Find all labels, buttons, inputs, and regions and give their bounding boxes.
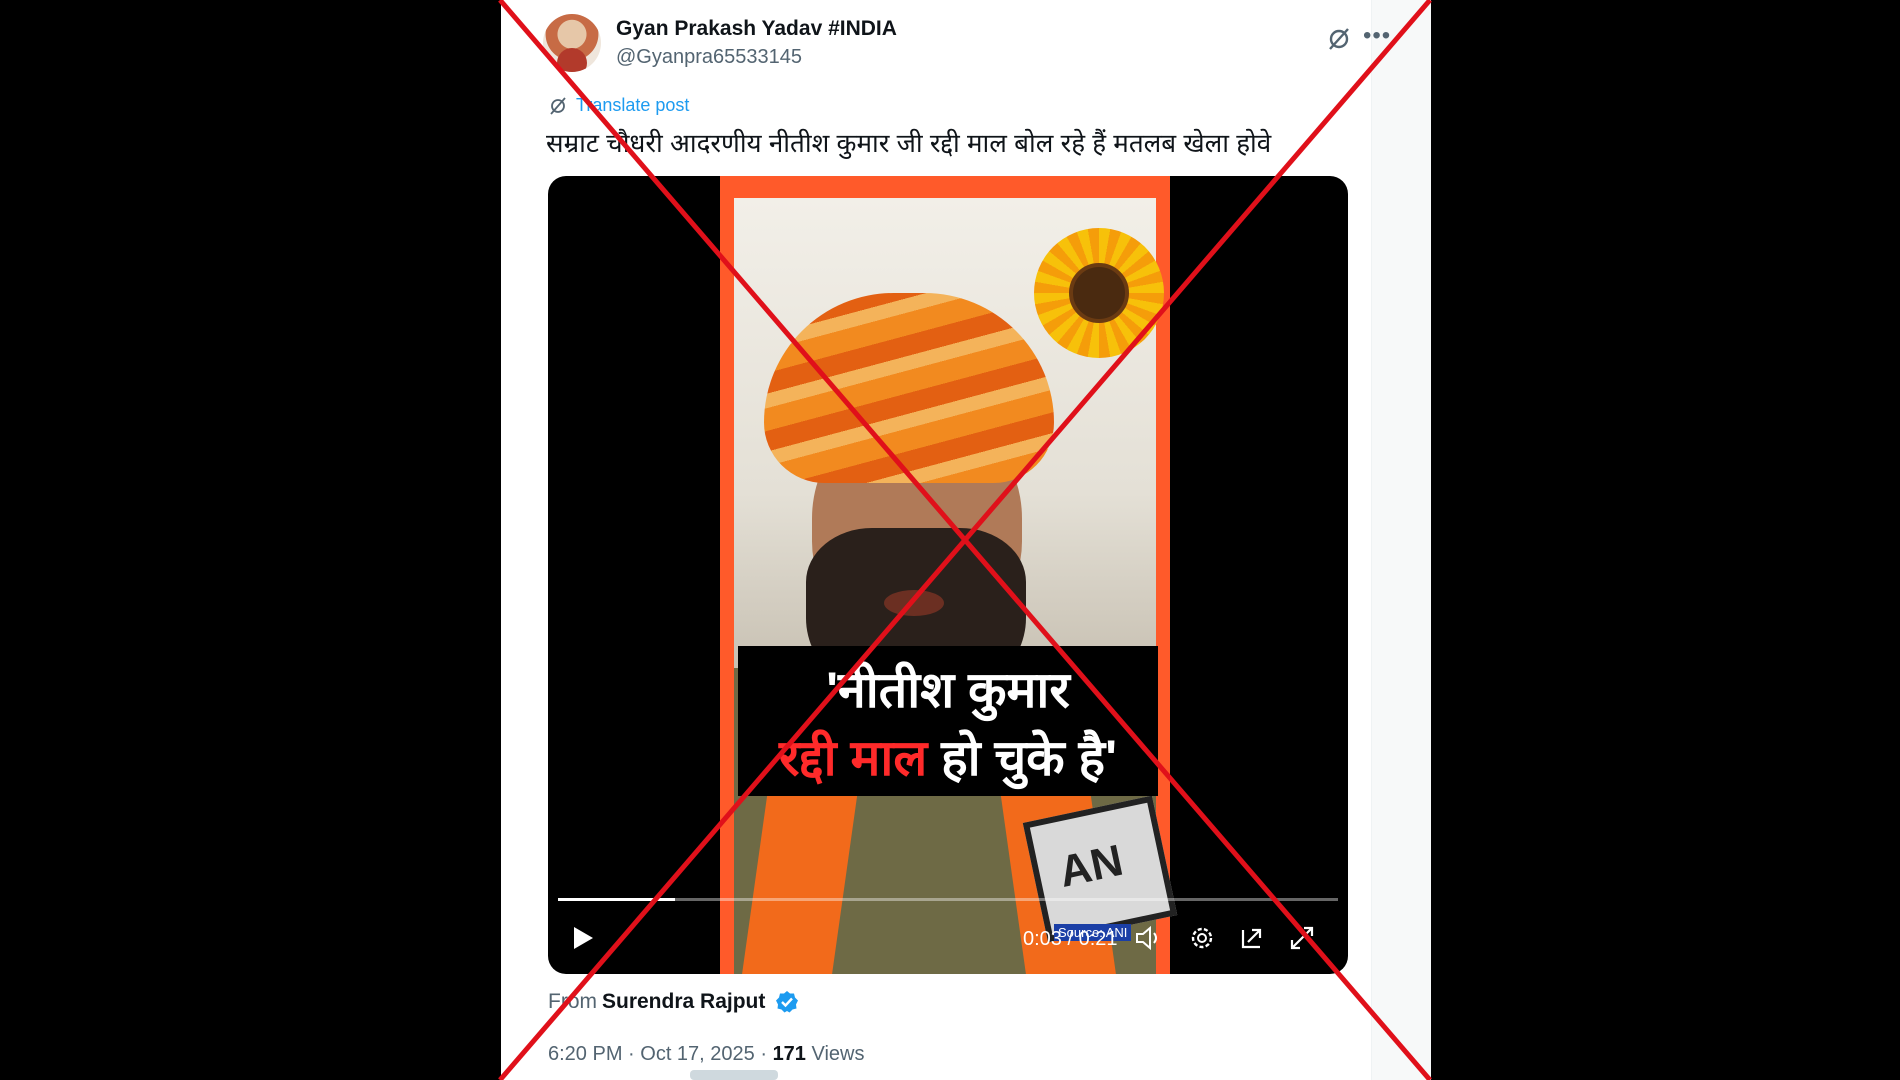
video-progress-bar[interactable] [558,898,1338,901]
sunflower-center [1069,263,1129,323]
author-name[interactable]: Gyan Prakash Yadav #INDIA [616,17,897,41]
video-frame: AN 'नीतीश कुमार रद्दी माल हो चुके है' So… [720,176,1178,974]
views-label: Views [805,1043,865,1065]
verified-badge-icon [776,991,798,1013]
post-text: सम्राट चौधरी आदरणीय नीतीश कुमार जी रद्दी… [546,128,1272,158]
horizontal-scrollbar[interactable] [690,1070,778,1080]
views-count: 171 [772,1043,806,1065]
right-column-edge [1371,0,1431,1080]
video-caption: 'नीतीश कुमार रद्दी माल हो चुके है' [738,646,1158,796]
video-player[interactable]: AN 'नीतीश कुमार रद्दी माल हो चुके है' So… [548,176,1348,974]
caption-highlight: रद्दी माल [778,730,928,786]
speaker-mouth [884,590,944,616]
post-timestamp[interactable]: 6:20 PM · Oct 17, 2025 · [548,1043,773,1065]
fullscreen-icon[interactable] [1288,924,1316,952]
sunflower-logo [1034,228,1164,358]
settings-icon[interactable] [1188,924,1216,952]
caption-rest: हो चुके है' [927,730,1117,786]
video-progress-fill [558,898,675,901]
grok-icon[interactable] [1326,26,1352,52]
author-avatar[interactable] [543,14,601,72]
caption-line-1: 'नीतीश कुमार [826,662,1070,718]
translate-post-link[interactable]: Translate post [576,95,689,116]
video-scene: AN [734,198,1178,974]
volume-icon[interactable] [1134,924,1162,952]
picture-in-picture-icon[interactable] [1238,924,1266,952]
translate-icon [550,97,566,115]
from-author-name[interactable]: Surendra Rajput [602,990,765,1014]
caption-line-2: रद्दी माल हो चुके है' [738,722,1158,790]
play-icon[interactable] [568,924,596,952]
video-time: 0:03 / 0:21 [1023,928,1118,950]
author-handle[interactable]: @Gyanpra65533145 [616,46,802,69]
mic-label: AN [1054,835,1128,897]
saffron-turban [764,293,1054,483]
more-icon[interactable]: ••• [1363,24,1391,48]
post-header: Gyan Prakash Yadav #INDIA @Gyanpra655331… [543,12,1390,72]
from-label: From [548,990,597,1013]
post-metadata: 6:20 PM · Oct 17, 2025 · 171 Views [548,1043,864,1066]
